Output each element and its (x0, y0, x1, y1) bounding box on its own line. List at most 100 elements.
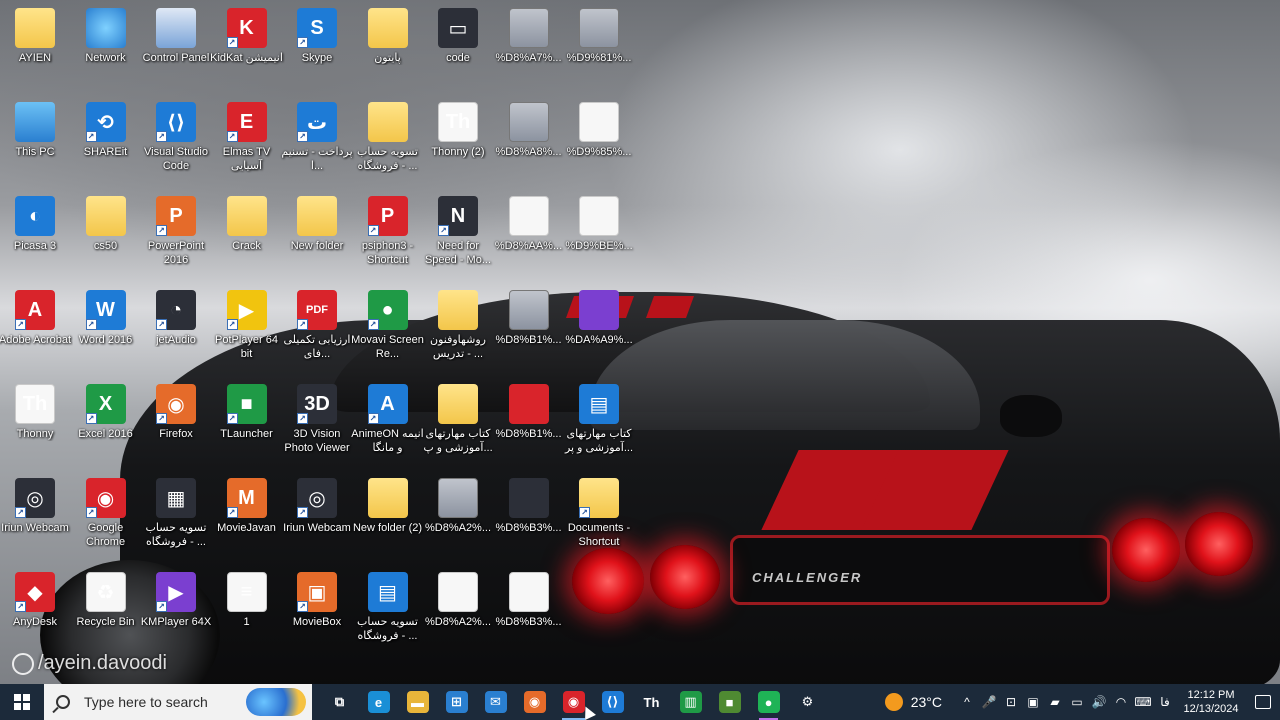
nvidia-icon[interactable]: ▰ (1044, 684, 1066, 720)
desktop-icon[interactable]: X ↗ Excel 2016 (71, 378, 141, 470)
notification-icon (1255, 695, 1271, 709)
taskbar-app-button[interactable]: ⧉ (320, 684, 359, 720)
desktop-icon[interactable]: ◉ ↗ Firefox (141, 378, 211, 470)
desktop-icon[interactable]: ♻ Recycle Bin (71, 566, 141, 658)
desktop-icon[interactable]: E ↗ Elmas TV آسیایی (212, 96, 282, 188)
desktop-icon[interactable]: پایتون (353, 2, 423, 94)
desktop-icon[interactable]: ▣ ↗ MovieBox (282, 566, 352, 658)
desktop-icon[interactable]: Th Thonny (2) (423, 96, 493, 188)
desktop-icon[interactable]: ■ ↗ TLauncher (212, 378, 282, 470)
desktop-icon[interactable]: %D8%B1%... (494, 378, 564, 470)
taskbar-app-button[interactable]: ⊞ (437, 684, 476, 720)
desktop-icon[interactable]: %D8%B1%... (494, 284, 564, 376)
desktop-icon[interactable]: ▶ ↗ KMPlayer 64X (141, 566, 211, 658)
desktop-icon[interactable]: ▭ code (423, 2, 493, 94)
battery-icon[interactable]: ▭ (1066, 684, 1088, 720)
desktop-icon[interactable]: ▤ تسویه حساب فروشگاه - ... (353, 566, 423, 658)
display-icon[interactable]: ▣ (1022, 684, 1044, 720)
taskbar-app-button[interactable]: Th (632, 684, 671, 720)
desktop-icon[interactable]: ◐ Picasa 3 (0, 190, 70, 282)
desktop-icon[interactable]: %DA%A9%... (564, 284, 634, 376)
taskbar-clock[interactable]: 12:12 PM 12/13/2024 (1176, 688, 1246, 716)
desktop-icon[interactable]: A ↗ AnimeON انیمه و مانگا (351, 378, 424, 470)
desktop-icon[interactable]: ≡ 1 (212, 566, 282, 658)
desktop-icon[interactable]: New folder (2) (353, 472, 423, 564)
picasa-icon: ◐ (15, 196, 55, 236)
language-indicator[interactable]: فا (1154, 684, 1176, 720)
desktop-icon[interactable]: New folder (282, 190, 352, 282)
desktop-icon[interactable]: PDF ↗ ارزیابی تکمیلی فای... (282, 284, 352, 376)
desktop-icon[interactable]: ت ↗ پرداخت - تسنیم ا... (281, 96, 353, 188)
desktop-icon[interactable]: K ↗ KidKat انیمیشن (210, 2, 283, 94)
desktop-icon[interactable]: Crack (212, 190, 282, 282)
desktop-icon[interactable]: %D8%A7%... (494, 2, 564, 94)
wifi-icon[interactable]: ◠ (1110, 684, 1132, 720)
taskbar-app-button[interactable]: e (359, 684, 398, 720)
desktop-icon[interactable]: کتاب مهارتهای آموزشی و پ... (423, 378, 493, 470)
desktop-icon[interactable]: 3D ↗ 3D Vision Photo Viewer (282, 378, 352, 470)
desktop-icon[interactable]: W ↗ Word 2016 (71, 284, 141, 376)
shortcut-arrow-icon: ↗ (85, 413, 97, 424)
desktop-icon[interactable]: ⟨⟩ ↗ Visual Studio Code (141, 96, 211, 188)
thonny-icon: Th (640, 691, 663, 713)
desktop-icon[interactable]: P ↗ PowerPoint 2016 (141, 190, 211, 282)
weather-widget[interactable]: 23°C (884, 693, 942, 711)
taskbar-app-button[interactable]: ● (749, 684, 788, 720)
desktop-icon[interactable]: ▶ ↗ PotPlayer 64 bit (212, 284, 282, 376)
usb-icon[interactable]: ⊡ (1000, 684, 1022, 720)
start-button[interactable] (0, 684, 44, 720)
taskbar-app-button[interactable]: ⚙ (788, 684, 827, 720)
desktop-icon[interactable]: %D8%B3%... (494, 472, 564, 564)
desktop-icon[interactable]: %D8%B3%... (494, 566, 564, 658)
taskbar-search-box[interactable]: Type here to search (44, 684, 312, 720)
desktop-icon[interactable]: %D8%A2%... (423, 472, 493, 564)
taskbar-app-button[interactable]: ■ (710, 684, 749, 720)
taskbar-app-button[interactable]: ▬ (398, 684, 437, 720)
desktop-icon[interactable]: This PC (0, 96, 70, 188)
desktop-icon[interactable]: M ↗ MovieJavan (212, 472, 282, 564)
desktop-icon[interactable]: روشهاوفنون تدریس - ... (423, 284, 493, 376)
taskbar-app-button[interactable]: ✉ (476, 684, 515, 720)
firefox-icon: ◉ ↗ (156, 384, 196, 424)
text-file-icon: ≡ (226, 572, 267, 612)
desktop-icon[interactable]: ↗ Documents - Shortcut (564, 472, 634, 564)
desktop-icon[interactable]: ▤ کتاب مهارتهای آموزشی و پر... (564, 378, 634, 470)
desktop-icon[interactable]: AYIEN (0, 2, 70, 94)
desktop-icon[interactable]: Th Thonny (0, 378, 70, 470)
desktop-icon[interactable]: ⟲ ↗ SHAREit (71, 96, 141, 188)
desktop-icon[interactable]: ◆ ↗ AnyDesk (0, 566, 70, 658)
desktop-icon[interactable]: N ↗ Need for Speed - Mo... (423, 190, 493, 282)
keyboard-icon[interactable]: ⌨ (1132, 684, 1154, 720)
taskbar-app-button[interactable]: ⟨⟩ (593, 684, 632, 720)
settings-icon: ⚙ (796, 691, 819, 713)
desktop-icon[interactable]: Control Panel (141, 2, 211, 94)
desktop-icon[interactable]: ◔ ↗ jetAudio (141, 284, 211, 376)
desktop-icon[interactable]: %D8%A8%... (494, 96, 564, 188)
desktop-icon[interactable]: %D9%81%... (564, 2, 634, 94)
desktop-icon[interactable]: Network (71, 2, 141, 94)
desktop-icon[interactable]: P ↗ psiphon3 - Shortcut (353, 190, 423, 282)
desktop-icon[interactable]: cs50 (71, 190, 141, 282)
desktop-icon[interactable]: %D8%AA%... (494, 190, 564, 282)
desktop-icon[interactable]: ◉ ↗ Google Chrome (71, 472, 141, 564)
desktop-icon[interactable]: A ↗ Adobe Acrobat (0, 284, 71, 376)
desktop-icon[interactable]: %D8%A2%... (423, 566, 493, 658)
notification-center-button[interactable] (1246, 684, 1280, 720)
taskbar-app-button[interactable]: ◉ (515, 684, 554, 720)
desktop-icon[interactable]: تسویه حساب فروشگاه - ... (353, 96, 423, 188)
desktop-icon[interactable]: ◎ ↗ Iriun Webcam (282, 472, 352, 564)
taskbar-app-button[interactable]: ▥ (671, 684, 710, 720)
desktop-icon-label: PotPlayer 64 bit (215, 334, 278, 360)
desktop-icon[interactable]: ● ↗ Movavi Screen Re... (351, 284, 424, 376)
desktop-icon-label: Google Chrome (85, 522, 126, 548)
shortcut-arrow-icon: ↗ (297, 131, 308, 142)
volume-icon[interactable]: 🔊 (1088, 684, 1110, 720)
desktop-icon[interactable]: %D9%BE%... (564, 190, 634, 282)
microphone-icon[interactable]: 🎤 (978, 684, 1000, 720)
show-hidden-icons-icon[interactable]: ^ (956, 684, 978, 720)
desktop-icon[interactable]: ▦ تسویه حساب فروشگاه - ... (141, 472, 211, 564)
desktop-icon[interactable]: S ↗ Skype (282, 2, 352, 94)
desktop-icon[interactable]: ◎ ↗ Iriun Webcam (0, 472, 70, 564)
vscode-icon: ⟨⟩ (601, 691, 624, 713)
desktop-icon[interactable]: %D9%85%... (564, 96, 634, 188)
